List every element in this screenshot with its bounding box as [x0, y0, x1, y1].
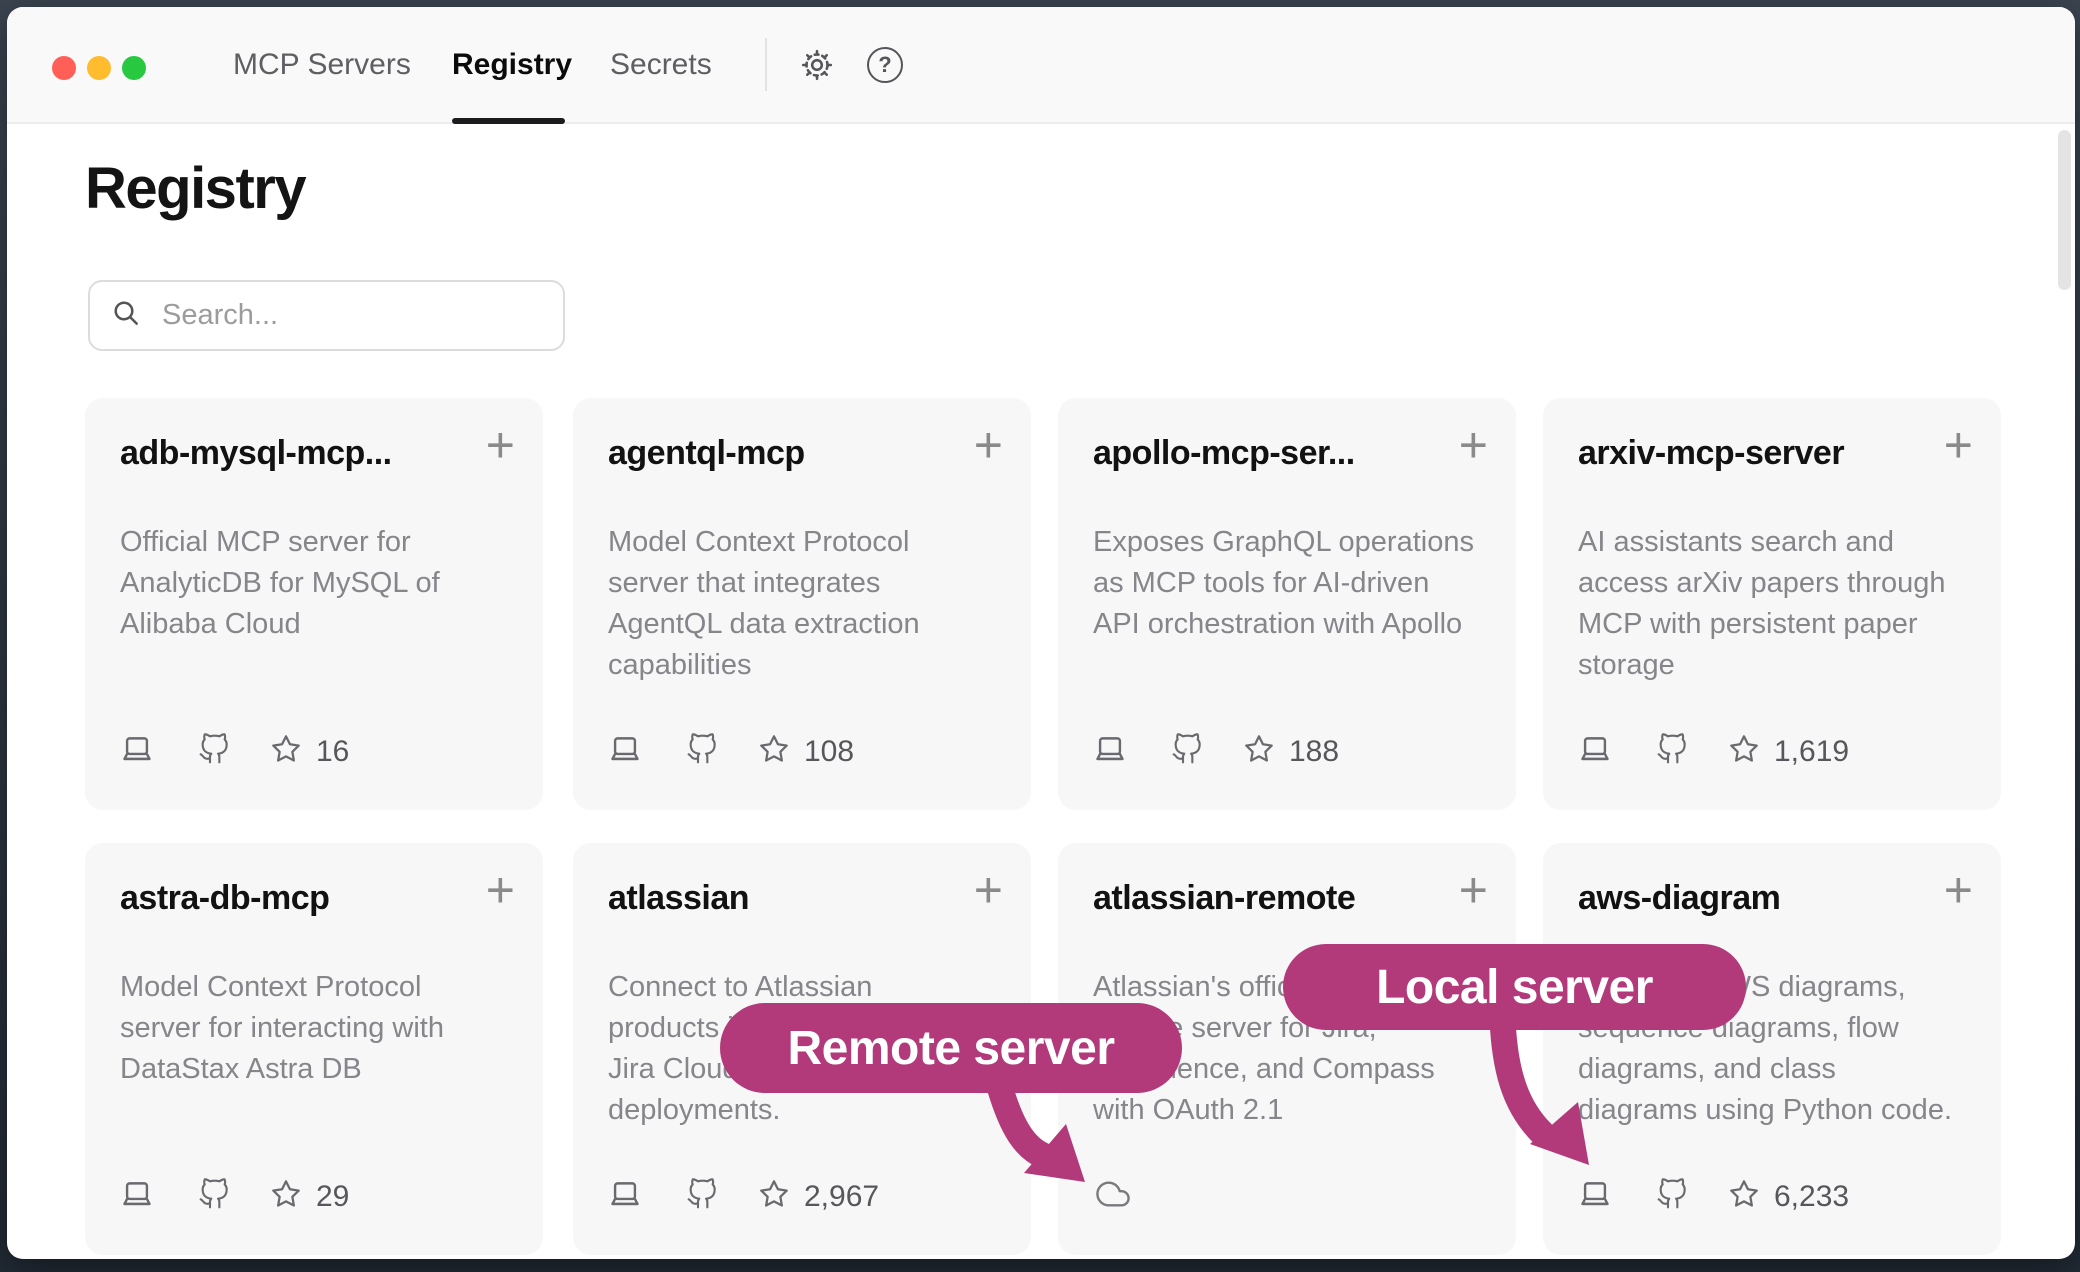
tab-secrets[interactable]: Secrets — [610, 7, 712, 122]
server-description: Exposes GraphQL operationsas MCP tools f… — [1093, 522, 1474, 645]
server-card-astra-db-mcp[interactable]: astra-db-mcp + Model Context Protocolser… — [85, 843, 543, 1255]
star-count: 2,967 — [804, 1180, 879, 1214]
star-icon — [758, 1178, 790, 1215]
tab-registry-label: Registry — [452, 48, 572, 82]
local-server-laptop-icon — [608, 1177, 642, 1216]
help-icon[interactable]: ? — [867, 47, 903, 83]
server-name: atlassian — [608, 879, 749, 918]
server-name: atlassian-remote — [1093, 879, 1355, 918]
remote-server-cloud-icon — [1093, 1177, 1133, 1216]
search-icon — [110, 297, 142, 334]
server-card-apollo-mcp-server[interactable]: apollo-mcp-ser... + Exposes GraphQL oper… — [1058, 398, 1516, 810]
star-icon — [270, 733, 302, 770]
server-card-adb-mysql-mcp[interactable]: adb-mysql-mcp... + Official MCP server f… — [85, 398, 543, 810]
github-icon — [198, 733, 230, 770]
github-icon — [198, 1178, 230, 1215]
star-icon — [1728, 1178, 1760, 1215]
add-server-button[interactable]: + — [974, 420, 1003, 470]
search-input[interactable] — [160, 298, 543, 333]
add-server-button[interactable]: + — [1944, 420, 1973, 470]
add-server-button[interactable]: + — [486, 420, 515, 470]
tab-mcp-servers-label: MCP Servers — [233, 48, 411, 82]
star-count: 1,619 — [1774, 735, 1849, 769]
server-card-footer: 1,619 — [1578, 732, 1849, 771]
add-server-button[interactable]: + — [974, 865, 1003, 915]
zoom-window-button[interactable] — [122, 56, 146, 80]
local-server-laptop-icon — [608, 732, 642, 771]
settings-gear-icon[interactable] — [799, 47, 835, 83]
minimize-window-button[interactable] — [87, 56, 111, 80]
add-server-button[interactable]: + — [1459, 865, 1488, 915]
tab-registry[interactable]: Registry — [452, 7, 572, 122]
search-box[interactable] — [88, 280, 565, 351]
github-icon — [686, 1178, 718, 1215]
tab-mcp-servers[interactable]: MCP Servers — [233, 7, 411, 122]
header-divider — [765, 38, 767, 91]
server-description: Model Context Protocolserver that integr… — [608, 522, 920, 686]
page-title: Registry — [85, 155, 305, 222]
server-description: AI assistants search andaccess arXiv pap… — [1578, 522, 1946, 686]
help-glyph: ? — [878, 52, 891, 78]
github-icon — [1656, 733, 1688, 770]
server-name: astra-db-mcp — [120, 879, 329, 918]
add-server-button[interactable]: + — [486, 865, 515, 915]
window-header: MCP Servers Registry Secrets ? — [7, 7, 2075, 124]
github-icon — [1171, 733, 1203, 770]
star-icon — [758, 733, 790, 770]
server-card-footer: 2,967 — [608, 1177, 879, 1216]
close-window-button[interactable] — [52, 56, 76, 80]
server-card-footer: 6,233 — [1578, 1177, 1849, 1216]
local-server-laptop-icon — [1578, 732, 1612, 771]
star-icon — [1728, 733, 1760, 770]
remote-server-callout: Remote server — [720, 1003, 1182, 1093]
local-server-laptop-icon — [120, 732, 154, 771]
star-icon — [270, 1178, 302, 1215]
server-card-aws-diagram[interactable]: aws-diagram + Generate AWS diagrams,sequ… — [1543, 843, 2001, 1255]
scrollbar-thumb[interactable] — [2058, 130, 2071, 290]
local-server-callout-label: Local server — [1376, 960, 1653, 1015]
star-count: 16 — [316, 735, 349, 769]
server-card-footer — [1093, 1177, 1133, 1216]
local-server-callout: Local server — [1283, 944, 1746, 1030]
star-count: 29 — [316, 1180, 349, 1214]
server-description: Official MCP server forAnalyticDB for My… — [120, 522, 440, 645]
local-server-laptop-icon — [1578, 1177, 1612, 1216]
local-server-laptop-icon — [120, 1177, 154, 1216]
server-name: aws-diagram — [1578, 879, 1780, 918]
active-tab-underline — [452, 118, 565, 124]
server-card-arxiv-mcp-server[interactable]: arxiv-mcp-server + AI assistants search … — [1543, 398, 2001, 810]
add-server-button[interactable]: + — [1459, 420, 1488, 470]
star-icon — [1243, 733, 1275, 770]
server-name: adb-mysql-mcp... — [120, 434, 392, 473]
server-card-footer: 188 — [1093, 732, 1339, 771]
remote-server-callout-label: Remote server — [787, 1021, 1114, 1076]
server-card-footer: 16 — [120, 732, 349, 771]
server-name: arxiv-mcp-server — [1578, 434, 1844, 473]
star-count: 188 — [1289, 735, 1339, 769]
github-icon — [1656, 1178, 1688, 1215]
github-icon — [686, 733, 718, 770]
server-card-footer: 29 — [120, 1177, 349, 1216]
server-card-footer: 108 — [608, 732, 854, 771]
star-count: 6,233 — [1774, 1180, 1849, 1214]
server-description: Model Context Protocolserver for interac… — [120, 967, 444, 1090]
server-card-agentql-mcp[interactable]: agentql-mcp + Model Context Protocolserv… — [573, 398, 1031, 810]
local-server-laptop-icon — [1093, 732, 1127, 771]
server-name: apollo-mcp-ser... — [1093, 434, 1355, 473]
star-count: 108 — [804, 735, 854, 769]
server-name: agentql-mcp — [608, 434, 805, 473]
add-server-button[interactable]: + — [1944, 865, 1973, 915]
tab-secrets-label: Secrets — [610, 48, 712, 82]
